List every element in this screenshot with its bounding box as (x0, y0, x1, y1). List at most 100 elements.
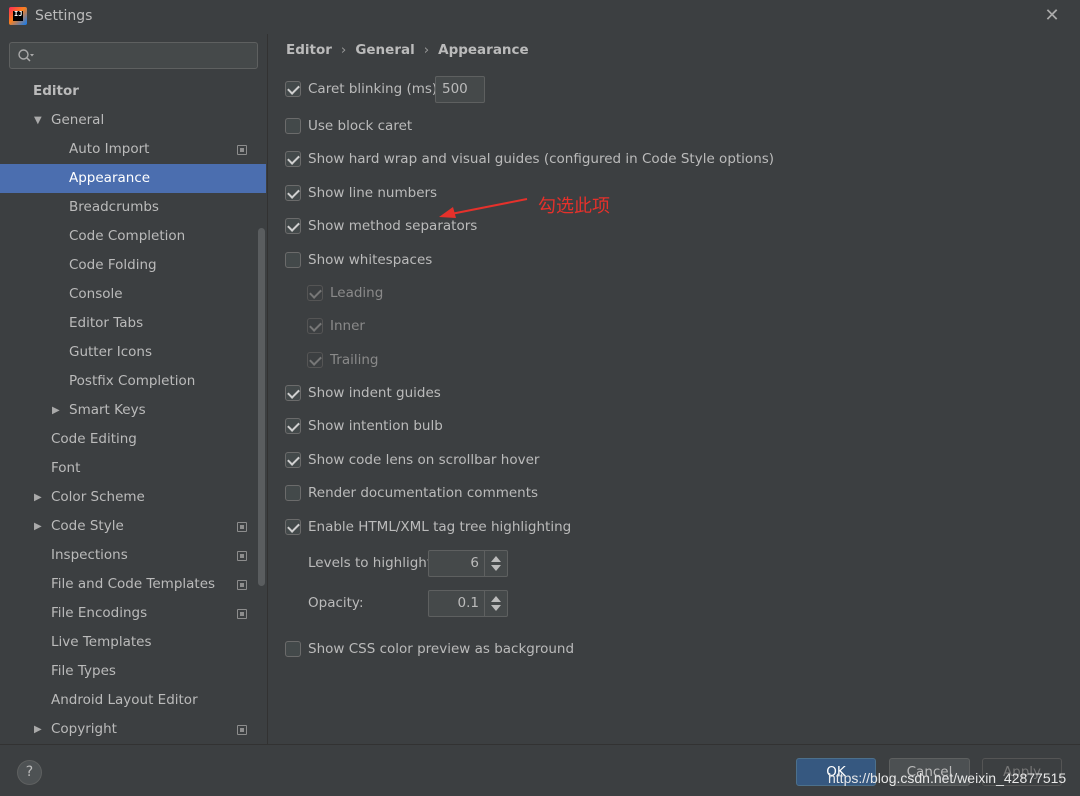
levels-stepper (484, 551, 507, 576)
sidebar-item-label: Code Editing (51, 431, 137, 447)
sidebar-item-label: Editor (33, 83, 79, 99)
sidebar-item-appearance[interactable]: Appearance (0, 164, 266, 193)
sidebar-item-code-editing[interactable]: Code Editing (0, 425, 266, 454)
whitespaces-checkbox[interactable] (285, 252, 301, 268)
breadcrumb-separator-icon: › (423, 42, 430, 58)
opacity-value[interactable]: 0.1 (458, 591, 479, 616)
sidebar-item-color-scheme[interactable]: ▶ Color Scheme (0, 483, 266, 512)
sidebar-item-label: File and Code Templates (51, 576, 216, 592)
leading-label: Leading (330, 285, 384, 301)
sidebar-item-gutter-icons[interactable]: Gutter Icons (0, 338, 266, 367)
block-caret-checkbox[interactable] (285, 118, 301, 134)
inner-checkbox (307, 318, 323, 334)
render-docs-checkbox[interactable] (285, 485, 301, 501)
sidebar-item-code-completion[interactable]: Code Completion (0, 222, 266, 251)
project-scope-icon (237, 522, 247, 532)
collapsed-arrow-icon[interactable]: ▶ (52, 396, 60, 425)
close-icon[interactable]: ✕ (1042, 6, 1062, 26)
watermark-url: https://blog.csdn.net/weixin_42877515 (828, 770, 1067, 786)
sidebar-item-label: Gutter Icons (69, 344, 153, 360)
levels-value[interactable]: 6 (470, 551, 479, 576)
sidebar-item-breadcrumbs[interactable]: Breadcrumbs (0, 193, 266, 222)
sidebar-item-code-folding[interactable]: Code Folding (0, 251, 266, 280)
breadcrumb-item-general[interactable]: General (355, 42, 414, 58)
increment-icon[interactable] (491, 596, 501, 602)
settings-sidebar: Editor ▼ General Auto Import Appearance Bread… (0, 34, 268, 744)
levels-spinner[interactable]: 6 (428, 550, 508, 577)
help-button[interactable]: ? (17, 760, 42, 785)
collapsed-arrow-icon[interactable]: ▶ (34, 512, 42, 541)
search-input[interactable] (9, 42, 258, 69)
sidebar-item-auto-import[interactable]: Auto Import (0, 135, 266, 164)
sidebar-item-android-layout-editor[interactable]: Android Layout Editor (0, 686, 266, 715)
decrement-icon[interactable] (491, 605, 501, 611)
sidebar-item-label: Console (69, 286, 123, 302)
sidebar-item-label: Postfix Completion (69, 373, 196, 389)
code-lens-label: Show code lens on scrollbar hover (308, 452, 540, 468)
sidebar-item-file-and-code-templates[interactable]: File and Code Templates (0, 570, 266, 599)
sidebar-item-font[interactable]: Font (0, 454, 266, 483)
breadcrumb-separator-icon: › (340, 42, 347, 58)
increment-icon[interactable] (491, 556, 501, 562)
sidebar-scrollbar[interactable] (257, 78, 266, 744)
sidebar-item-label: Inspections (51, 547, 128, 563)
tag-tree-checkbox[interactable] (285, 519, 301, 535)
sidebar-item-label: Smart Keys (69, 402, 146, 418)
sidebar-item-copyright[interactable]: ▶ Copyright (0, 715, 266, 744)
title-bar: IJ Settings ✕ (0, 0, 1080, 34)
sidebar-item-editor-tabs[interactable]: Editor Tabs (0, 309, 266, 338)
breadcrumb: Editor › General › Appearance (286, 42, 529, 58)
sidebar-item-live-templates[interactable]: Live Templates (0, 628, 266, 657)
sidebar-item-label: Appearance (69, 170, 151, 186)
caret-blinking-checkbox[interactable] (285, 81, 301, 97)
sidebar-item-inspections[interactable]: Inspections (0, 541, 266, 570)
trailing-checkbox (307, 352, 323, 368)
sidebar-item-code-style[interactable]: ▶ Code Style (0, 512, 266, 541)
sidebar-scrollbar-thumb[interactable] (258, 228, 265, 586)
hard-wrap-checkbox[interactable] (285, 151, 301, 167)
css-preview-checkbox[interactable] (285, 641, 301, 657)
line-numbers-label: Show line numbers (308, 185, 438, 201)
leading-checkbox (307, 285, 323, 301)
tag-tree-label: Enable HTML/XML tag tree highlighting (308, 519, 572, 535)
sidebar-item-label: Code Completion (69, 228, 186, 244)
opacity-spinner[interactable]: 0.1 (428, 590, 508, 617)
sidebar-item-label: Live Templates (51, 634, 152, 650)
indent-guides-checkbox[interactable] (285, 385, 301, 401)
sidebar-item-label: File Types (51, 663, 116, 679)
collapsed-arrow-icon[interactable]: ▶ (34, 715, 42, 744)
dialog-footer: ? OK Cancel Apply https://blog.csdn.net/… (0, 744, 1080, 796)
render-docs-label: Render documentation comments (308, 485, 539, 501)
project-scope-icon (237, 725, 247, 735)
breadcrumb-item-editor[interactable]: Editor (286, 42, 332, 58)
css-preview-label: Show CSS color preview as background (308, 641, 575, 657)
sidebar-item-label: Copyright (51, 721, 117, 737)
method-separators-checkbox[interactable] (285, 218, 301, 234)
code-lens-checkbox[interactable] (285, 452, 301, 468)
intention-bulb-checkbox[interactable] (285, 418, 301, 434)
sidebar-item-label: File Encodings (51, 605, 148, 621)
line-numbers-checkbox[interactable] (285, 185, 301, 201)
expanded-arrow-icon[interactable]: ▼ (34, 106, 42, 135)
sidebar-item-postfix-completion[interactable]: Postfix Completion (0, 367, 266, 396)
sidebar-item-general[interactable]: ▼ General (0, 106, 266, 135)
sidebar-item-label: Android Layout Editor (51, 692, 198, 708)
sidebar-item-console[interactable]: Console (0, 280, 266, 309)
project-scope-icon (237, 609, 247, 619)
indent-guides-label: Show indent guides (308, 385, 441, 401)
opacity-stepper (484, 591, 507, 616)
intention-bulb-label: Show intention bulb (308, 418, 443, 434)
hard-wrap-label: Show hard wrap and visual guides (config… (308, 151, 775, 167)
decrement-icon[interactable] (491, 565, 501, 571)
sidebar-item-editor[interactable]: Editor (0, 77, 266, 106)
annotation-text: 勾选此项 (538, 196, 610, 217)
caret-blinking-input[interactable]: 500 (435, 76, 485, 103)
collapsed-arrow-icon[interactable]: ▶ (34, 483, 42, 512)
annotation-arrow-icon (439, 198, 528, 218)
sidebar-item-label: General (51, 112, 105, 128)
sidebar-item-file-types[interactable]: File Types (0, 657, 266, 686)
sidebar-item-smart-keys[interactable]: ▶ Smart Keys (0, 396, 266, 425)
block-caret-label: Use block caret (308, 118, 413, 134)
sidebar-item-file-encodings[interactable]: File Encodings (0, 599, 266, 628)
opacity-label: Opacity: (308, 595, 364, 611)
